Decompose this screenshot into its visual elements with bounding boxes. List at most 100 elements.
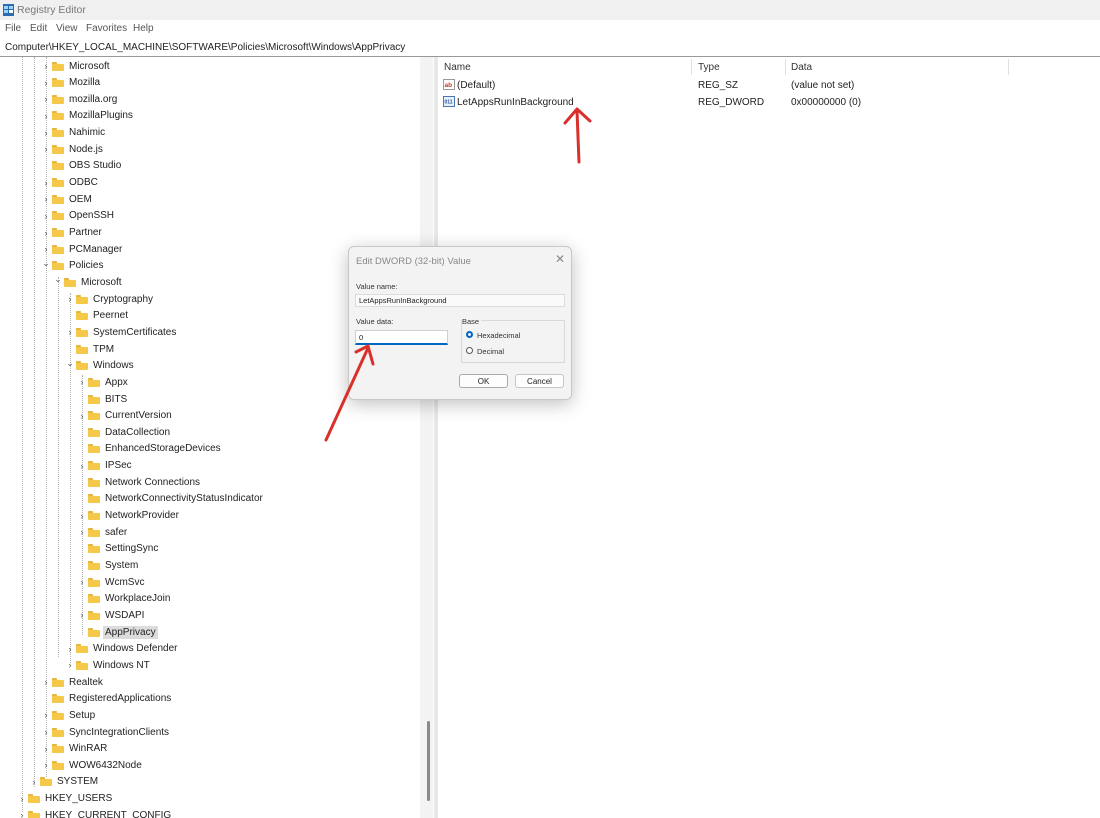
tree-item[interactable]: › OpenSSH — [42, 208, 116, 224]
chevron-right-icon[interactable]: › — [18, 791, 26, 807]
tree-item[interactable]: RegisteredApplications — [42, 691, 173, 707]
menu-view[interactable]: View — [56, 23, 78, 34]
tree-item[interactable]: WorkplaceJoin — [78, 591, 172, 607]
cancel-button[interactable]: Cancel — [515, 374, 564, 388]
tree-item[interactable]: › WinRAR — [42, 741, 109, 757]
tree-item[interactable]: › Partner — [42, 225, 104, 241]
tree-item[interactable]: Network Connections — [78, 474, 202, 490]
chevron-right-icon[interactable]: › — [42, 707, 50, 723]
tree-item[interactable]: BITS — [78, 391, 129, 407]
chevron-right-icon[interactable]: › — [42, 75, 50, 91]
tree-item[interactable]: OBS Studio — [42, 158, 123, 174]
menu-edit[interactable]: Edit — [30, 23, 47, 34]
chevron-down-icon[interactable]: ⌄ — [66, 358, 74, 374]
value-data-field[interactable]: 0 — [355, 330, 448, 345]
chevron-right-icon[interactable]: › — [78, 374, 86, 390]
tree-item[interactable]: ⌄ Microsoft — [54, 274, 124, 290]
decimal-radio[interactable] — [466, 347, 473, 354]
tree-item[interactable]: › Setup — [42, 707, 97, 723]
tree-item[interactable]: › NetworkProvider — [78, 508, 181, 524]
tree-item[interactable]: › HKEY_USERS — [18, 791, 114, 807]
hexadecimal-radio[interactable] — [466, 331, 473, 338]
tree-item[interactable]: › Realtek — [42, 674, 105, 690]
menu-favorites[interactable]: Favorites — [86, 23, 127, 34]
tree-item[interactable]: System — [78, 558, 140, 574]
tree-item[interactable]: NetworkConnectivityStatusIndicator — [78, 491, 265, 507]
chevron-right-icon[interactable]: › — [42, 757, 50, 773]
chevron-right-icon[interactable]: › — [42, 58, 50, 74]
ok-button[interactable]: OK — [459, 374, 508, 388]
tree-item[interactable]: › Microsoft — [42, 58, 112, 74]
chevron-right-icon[interactable]: › — [42, 225, 50, 241]
chevron-down-icon[interactable]: ⌄ — [42, 258, 50, 274]
chevron-down-icon[interactable]: ⌄ — [54, 274, 62, 290]
chevron-right-icon[interactable]: › — [42, 674, 50, 690]
column-separator[interactable] — [1008, 59, 1009, 75]
tree-item[interactable]: › ODBC — [42, 175, 100, 191]
tree-item[interactable]: › Windows NT — [66, 657, 152, 673]
column-separator[interactable] — [691, 59, 692, 75]
tree-item[interactable]: › WcmSvc — [78, 574, 146, 590]
tree-item[interactable]: › SystemCertificates — [66, 324, 178, 340]
chevron-right-icon[interactable]: › — [30, 774, 38, 790]
column-header-type[interactable]: Type — [698, 62, 720, 73]
chevron-right-icon[interactable]: › — [42, 208, 50, 224]
tree-item[interactable]: › Nahimic — [42, 125, 107, 141]
tree-item[interactable]: › safer — [78, 524, 129, 540]
chevron-right-icon[interactable]: › — [42, 125, 50, 141]
tree-item[interactable]: Peernet — [66, 308, 130, 324]
chevron-right-icon[interactable]: › — [66, 657, 74, 673]
chevron-right-icon[interactable]: › — [42, 724, 50, 740]
tree-item[interactable]: TPM — [66, 341, 116, 357]
chevron-right-icon[interactable]: › — [42, 241, 50, 257]
tree-item[interactable]: › SYSTEM — [30, 774, 100, 790]
close-icon[interactable]: ✕ — [553, 252, 567, 266]
chevron-right-icon[interactable]: › — [78, 408, 86, 424]
values-pane[interactable]: Name Type Data ab (Default) REG_SZ (valu… — [438, 57, 1100, 818]
value-name-field[interactable]: LetAppsRunInBackground — [355, 294, 565, 307]
chevron-right-icon[interactable]: › — [78, 458, 86, 474]
tree-item[interactable]: › PCManager — [42, 241, 124, 257]
tree-item[interactable]: ⌄ Windows — [66, 358, 136, 374]
chevron-right-icon[interactable]: › — [78, 524, 86, 540]
column-header-data[interactable]: Data — [791, 62, 812, 73]
chevron-right-icon[interactable]: › — [66, 324, 74, 340]
tree-item[interactable]: › Cryptography — [66, 291, 155, 307]
chevron-right-icon[interactable]: › — [42, 741, 50, 757]
tree-item[interactable]: › Appx — [78, 374, 130, 390]
chevron-right-icon[interactable]: › — [42, 91, 50, 107]
tree-item[interactable]: › OEM — [42, 191, 94, 207]
chevron-right-icon[interactable]: › — [42, 141, 50, 157]
chevron-right-icon[interactable]: › — [42, 108, 50, 124]
tree-scrollbar[interactable] — [420, 57, 433, 818]
tree-item[interactable]: › Node.js — [42, 141, 105, 157]
chevron-right-icon[interactable]: › — [66, 641, 74, 657]
tree-item[interactable]: › IPSec — [78, 458, 134, 474]
tree-item[interactable]: › CurrentVersion — [78, 408, 174, 424]
address-bar[interactable]: Computer\HKEY_LOCAL_MACHINE\SOFTWARE\Pol… — [0, 38, 1100, 57]
tree-item[interactable]: › Windows Defender — [66, 641, 179, 657]
tree-item[interactable]: SettingSync — [78, 541, 160, 557]
address-path[interactable]: Computer\HKEY_LOCAL_MACHINE\SOFTWARE\Pol… — [5, 42, 405, 53]
tree-item[interactable]: › HKEY_CURRENT_CONFIG — [18, 807, 173, 818]
chevron-right-icon[interactable]: › — [42, 175, 50, 191]
tree-item[interactable]: › WSDAPI — [78, 607, 146, 623]
tree-item[interactable]: DataCollection — [78, 424, 172, 440]
tree-scrollbar-thumb[interactable] — [427, 721, 430, 801]
tree-item[interactable]: › mozilla.org — [42, 91, 119, 107]
chevron-right-icon[interactable]: › — [78, 508, 86, 524]
tree-item[interactable]: › MozillaPlugins — [42, 108, 135, 124]
chevron-right-icon[interactable]: › — [78, 607, 86, 623]
column-header-name[interactable]: Name — [444, 62, 471, 73]
menu-file[interactable]: File — [5, 23, 21, 34]
tree-item[interactable]: EnhancedStorageDevices — [78, 441, 223, 457]
decimal-label[interactable]: Decimal — [477, 347, 504, 356]
tree-item[interactable]: › WOW6432Node — [42, 757, 144, 773]
tree-item[interactable]: ⌄ Policies — [42, 258, 105, 274]
tree-item[interactable]: › SyncIntegrationClients — [42, 724, 171, 740]
tree-item[interactable]: › Mozilla — [42, 75, 102, 91]
chevron-right-icon[interactable]: › — [42, 191, 50, 207]
hexadecimal-label[interactable]: Hexadecimal — [477, 331, 520, 340]
tree-item[interactable]: AppPrivacy — [78, 624, 158, 640]
menu-help[interactable]: Help — [133, 23, 154, 34]
